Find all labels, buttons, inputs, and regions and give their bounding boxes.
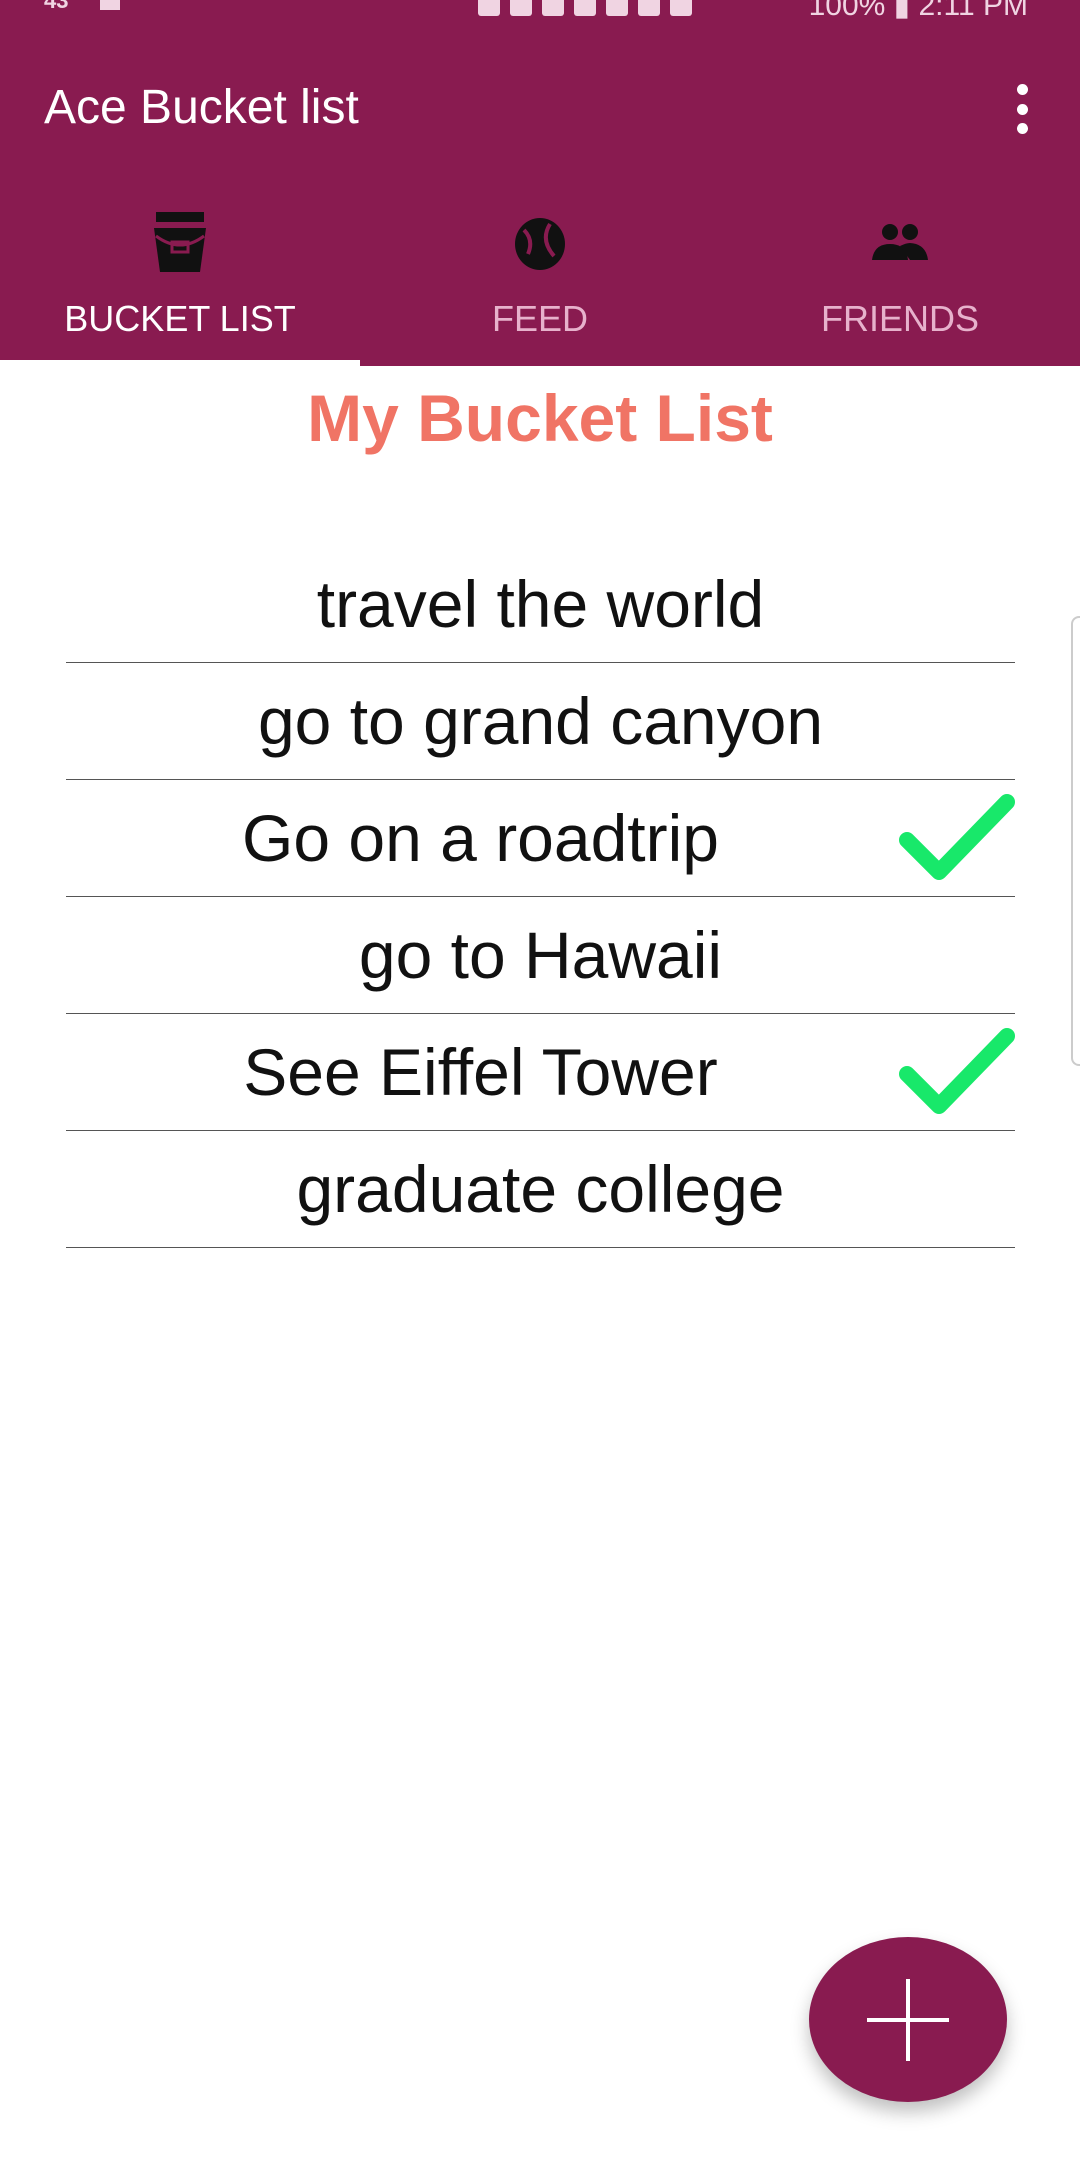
list-item-text: Go on a roadtrip [242,801,719,875]
tab-bar: BUCKET LIST FEED FRIENDS [0,190,1080,366]
scrollbar[interactable] [1071,616,1080,1066]
list-item[interactable]: See Eiffel Tower [66,1014,1015,1131]
page-title: My Bucket List [307,381,773,455]
list-item[interactable]: travel the world [66,546,1015,663]
status-icons [478,0,692,16]
bucket-icon [154,212,206,272]
list-item-text: See Eiffel Tower [243,1035,718,1109]
status-number: 43 [44,0,69,13]
tab-feed[interactable]: FEED [360,190,720,366]
add-item-button[interactable] [809,1937,1007,2102]
checkmark-icon[interactable] [895,1024,1015,1120]
list-item-text: go to Hawaii [358,918,723,992]
battery-level: 100% [808,0,886,22]
list-item[interactable]: go to grand canyon [66,663,1015,780]
list-item[interactable]: go to Hawaii [66,897,1015,1014]
list-item[interactable]: Go on a roadtrip [66,780,1015,897]
list-item-text: go to grand canyon [257,684,824,758]
list-item[interactable]: graduate college [66,1131,1015,1248]
app-title: Ace Bucket list [44,81,359,134]
checkmark-icon[interactable] [895,790,1015,886]
app-bar: 43 100 100% ▮ 2:11 PM Ace Bucket list BU… [0,0,1080,366]
bucket-list: travel the world go to grand canyon Go o… [66,546,1015,1248]
clock: 2:11 PM [918,0,1029,22]
more-vert-icon[interactable] [1012,84,1032,134]
tab-label: BUCKET LIST [64,298,296,339]
tab-label: FEED [491,298,588,339]
tab-friends[interactable]: FRIENDS [720,190,1080,366]
list-item-text: graduate college [296,1152,785,1226]
status-badge: 100 [100,0,120,10]
globe-icon [515,218,565,270]
status-bar: 43 100 100% ▮ 2:11 PM [0,0,1080,28]
tab-label: FRIENDS [820,298,979,339]
list-item-text: travel the world [316,567,765,641]
tab-bucket-list[interactable]: BUCKET LIST [0,190,360,366]
people-icon [872,224,928,260]
